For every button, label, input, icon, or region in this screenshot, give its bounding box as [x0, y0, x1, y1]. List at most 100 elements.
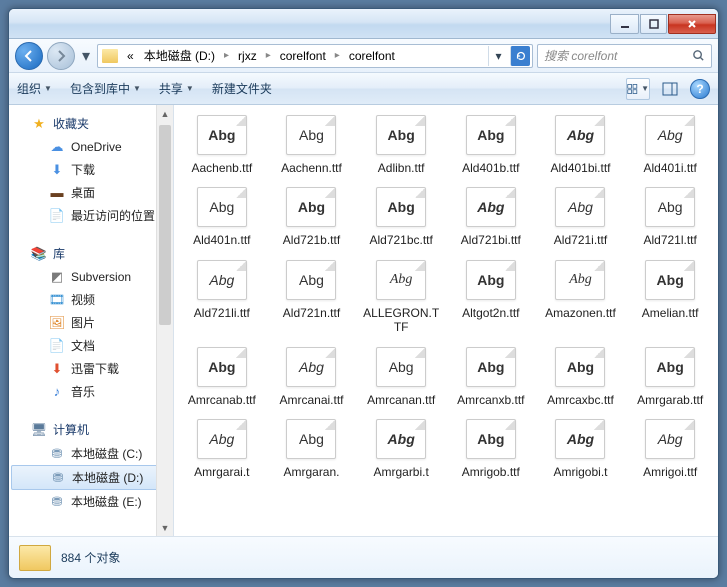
- file-name: Ald401bi.ttf: [550, 161, 610, 175]
- folder-icon: [19, 545, 51, 571]
- minimize-button[interactable]: [610, 14, 639, 34]
- file-item[interactable]: Abg Ald401b.ttf: [447, 111, 535, 179]
- chevron-right-icon[interactable]: ▸: [333, 50, 342, 61]
- drive-icon: ⛃: [49, 494, 65, 510]
- file-item[interactable]: Abg Amrigobi.t: [537, 415, 625, 483]
- titlebar[interactable]: [9, 9, 718, 39]
- file-name: Aachenb.ttf: [191, 161, 252, 175]
- sidebar-item[interactable]: 🖼图片: [9, 311, 173, 334]
- sidebar-item[interactable]: ♪音乐: [9, 380, 173, 403]
- sidebar-item[interactable]: 📄最近访问的位置: [9, 204, 173, 227]
- include-menu[interactable]: 包含到库中▼: [70, 80, 141, 97]
- sidebar-item[interactable]: ⛃本地磁盘 (C:): [9, 442, 173, 465]
- file-name: Amrgarbi.t: [373, 465, 428, 479]
- preview-pane-button[interactable]: [658, 78, 682, 100]
- view-mode-button[interactable]: ▼: [626, 78, 650, 100]
- file-name: Amrgarab.ttf: [637, 393, 703, 407]
- address-bar[interactable]: « 本地磁盘 (D:)▸ rjxz▸ corelfont▸ corelfont …: [97, 44, 533, 68]
- font-file-icon: Abg: [555, 347, 605, 387]
- file-name: Amrigobi.t: [553, 465, 607, 479]
- sidebar-group-header[interactable]: 📚库: [9, 239, 173, 266]
- file-item[interactable]: Abg Aachenn.ttf: [268, 111, 356, 179]
- file-name: Amrcanxb.ttf: [457, 393, 524, 407]
- help-button[interactable]: ?: [690, 79, 710, 99]
- breadcrumb-item[interactable]: rjxz: [235, 49, 260, 63]
- file-item[interactable]: Abg Amrcanab.ttf: [178, 343, 266, 411]
- font-file-icon: Abg: [466, 115, 516, 155]
- sidebar-item[interactable]: ⬇迅雷下载: [9, 357, 173, 380]
- breadcrumb-item[interactable]: 本地磁盘 (D:): [141, 47, 218, 64]
- file-item[interactable]: Abg Ald721l.ttf: [626, 183, 714, 251]
- font-file-icon: Abg: [555, 115, 605, 155]
- sidebar-item[interactable]: ◩Subversion: [9, 266, 173, 288]
- file-name: Ald401b.ttf: [462, 161, 519, 175]
- sidebar-group-header[interactable]: ★收藏夹: [9, 109, 173, 136]
- file-item[interactable]: Abg Amazonen.ttf: [537, 256, 625, 339]
- sidebar: ★收藏夹☁OneDrive⬇下载▬桌面📄最近访问的位置 📚库◩Subversion…: [9, 105, 174, 536]
- music-icon: ♪: [49, 384, 65, 400]
- font-file-icon: Abg: [197, 419, 247, 459]
- file-item[interactable]: Abg Aachenb.ttf: [178, 111, 266, 179]
- file-item[interactable]: Abg Amelian.ttf: [626, 256, 714, 339]
- maximize-button[interactable]: [640, 14, 667, 34]
- file-item[interactable]: Abg Amrcaxbc.ttf: [537, 343, 625, 411]
- statusbar: 884 个对象: [9, 536, 718, 578]
- file-item[interactable]: Abg Altgot2n.ttf: [447, 256, 535, 339]
- sidebar-item[interactable]: 🎞视频: [9, 288, 173, 311]
- sidebar-item[interactable]: ▬桌面: [9, 181, 173, 204]
- file-item[interactable]: Abg Ald401n.ttf: [178, 183, 266, 251]
- file-name: Ald721n.ttf: [283, 306, 340, 320]
- file-item[interactable]: Abg Ald721n.ttf: [268, 256, 356, 339]
- file-item[interactable]: Abg Ald721li.ttf: [178, 256, 266, 339]
- xl-icon: ⬇: [49, 361, 65, 377]
- file-item[interactable]: Abg Amrgarbi.t: [357, 415, 445, 483]
- scrollbar[interactable]: ▲▼: [156, 105, 173, 536]
- refresh-button[interactable]: [510, 46, 530, 66]
- file-name: Amrigoi.ttf: [643, 465, 697, 479]
- folder-icon: [102, 49, 118, 63]
- sidebar-group-header[interactable]: 🖥计算机: [9, 415, 173, 442]
- organize-menu[interactable]: 组织▼: [17, 80, 52, 97]
- sidebar-item[interactable]: ⛃本地磁盘 (D:): [11, 465, 171, 490]
- breadcrumb-item[interactable]: corelfont: [277, 49, 329, 63]
- font-file-icon: Abg: [466, 260, 516, 300]
- file-item[interactable]: Abg Ald721i.ttf: [537, 183, 625, 251]
- chevron-right-icon[interactable]: ▸: [222, 50, 231, 61]
- file-item[interactable]: Abg ALLEGRON.TTF: [357, 256, 445, 339]
- file-item[interactable]: Abg Amrigoi.ttf: [626, 415, 714, 483]
- sidebar-item[interactable]: ☁OneDrive: [9, 136, 173, 158]
- sidebar-item[interactable]: 📄文档: [9, 334, 173, 357]
- file-pane[interactable]: Abg Aachenb.ttf Abg Aachenn.ttf Abg Adli…: [174, 105, 718, 536]
- sidebar-item[interactable]: ⬇下载: [9, 158, 173, 181]
- file-item[interactable]: Abg Ald401bi.ttf: [537, 111, 625, 179]
- breadcrumb-prefix: «: [124, 49, 137, 63]
- share-menu[interactable]: 共享▼: [159, 80, 194, 97]
- file-name: Aachenn.ttf: [281, 161, 342, 175]
- breadcrumb-item[interactable]: corelfont: [346, 49, 398, 63]
- pic-icon: 🖼: [49, 315, 65, 331]
- file-item[interactable]: Abg Amrcanan.ttf: [357, 343, 445, 411]
- search-input[interactable]: 搜索 corelfont: [537, 44, 712, 68]
- file-item[interactable]: Abg Ald721b.ttf: [268, 183, 356, 251]
- sidebar-item[interactable]: ⛃本地磁盘 (E:): [9, 490, 173, 513]
- file-item[interactable]: Abg Amrcanai.ttf: [268, 343, 356, 411]
- close-button[interactable]: [668, 14, 716, 34]
- new-folder-button[interactable]: 新建文件夹: [212, 80, 272, 97]
- file-item[interactable]: Abg Ald721bi.ttf: [447, 183, 535, 251]
- file-item[interactable]: Abg Amrgaran.: [268, 415, 356, 483]
- back-button[interactable]: [15, 42, 43, 70]
- file-item[interactable]: Abg Ald721bc.ttf: [357, 183, 445, 251]
- file-name: Ald721b.ttf: [283, 233, 340, 247]
- chevron-right-icon[interactable]: ▸: [264, 50, 273, 61]
- file-item[interactable]: Abg Ald401i.ttf: [626, 111, 714, 179]
- file-item[interactable]: Abg Adlibn.ttf: [357, 111, 445, 179]
- file-item[interactable]: Abg Amrgarai.t: [178, 415, 266, 483]
- font-file-icon: Abg: [645, 260, 695, 300]
- file-item[interactable]: Abg Amrigob.ttf: [447, 415, 535, 483]
- forward-button[interactable]: [47, 42, 75, 70]
- font-file-icon: Abg: [376, 187, 426, 227]
- history-dropdown[interactable]: ▾: [79, 46, 93, 66]
- address-dropdown[interactable]: ▾: [488, 46, 508, 66]
- file-item[interactable]: Abg Amrcanxb.ttf: [447, 343, 535, 411]
- file-item[interactable]: Abg Amrgarab.ttf: [626, 343, 714, 411]
